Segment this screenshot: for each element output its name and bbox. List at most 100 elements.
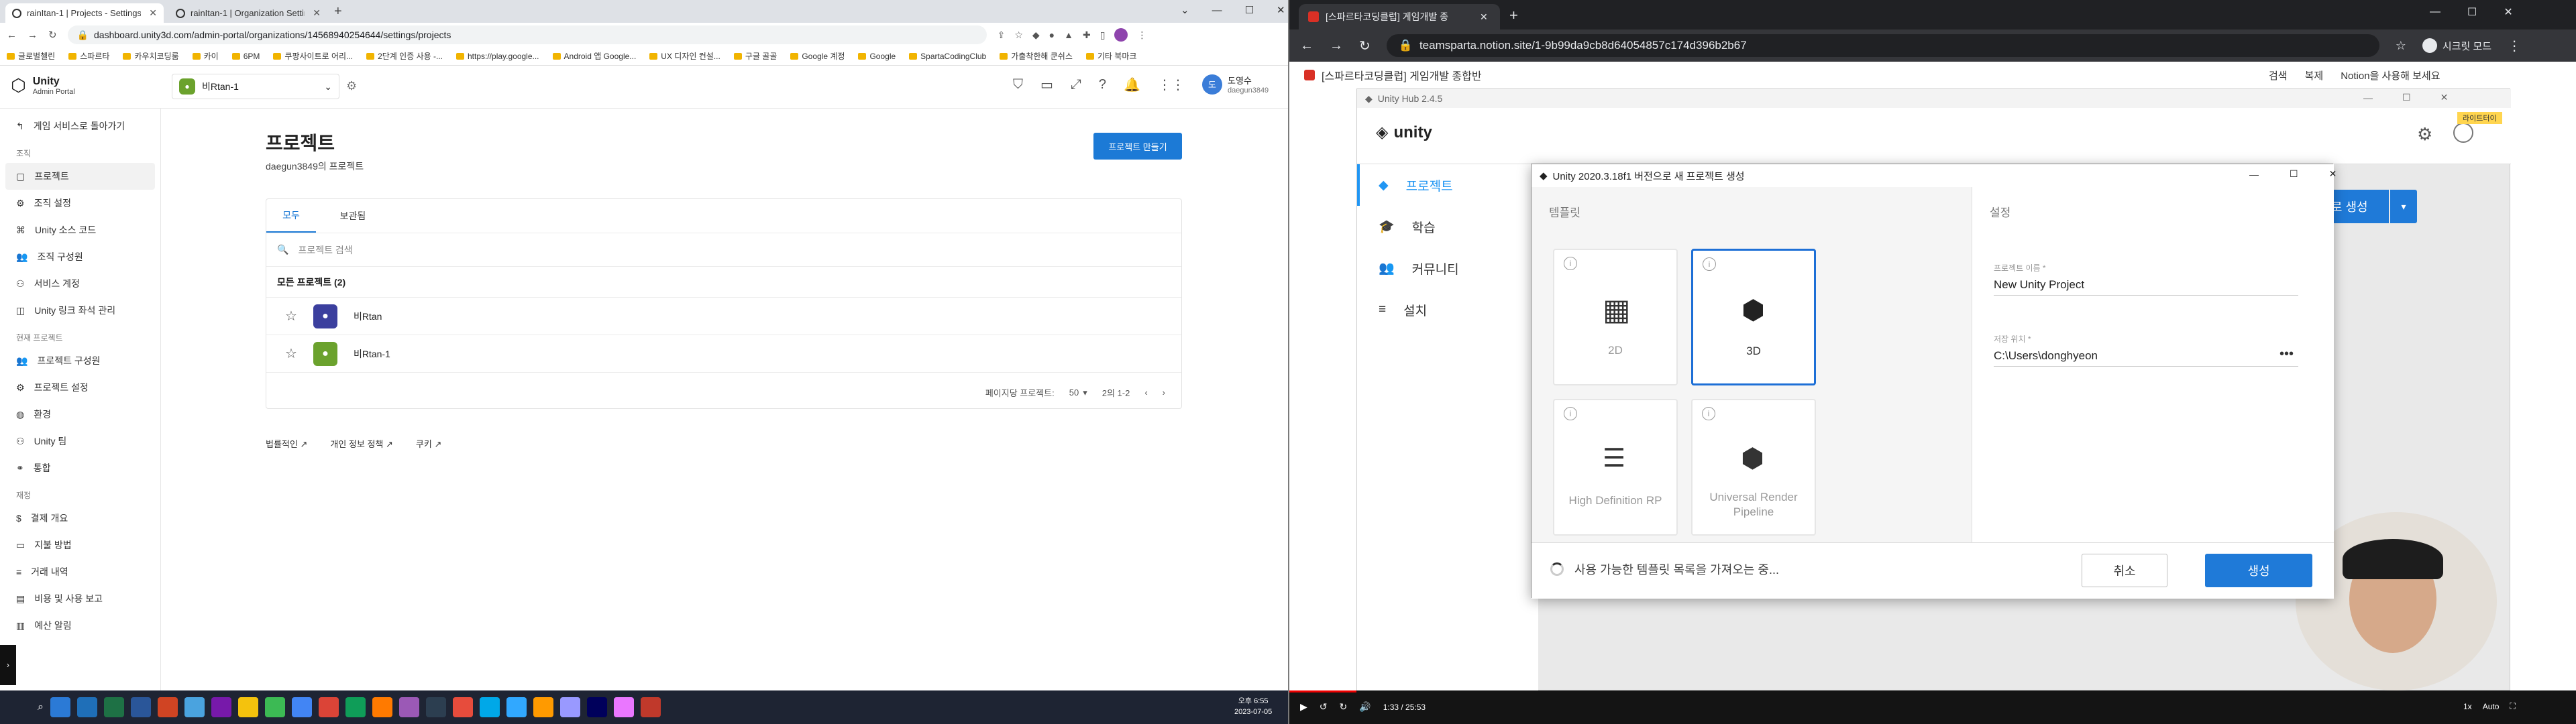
template-card-2d[interactable]: i ▦ 2D: [1553, 249, 1678, 385]
hub-nav-projects[interactable]: ◆ 프로젝트: [1357, 164, 1538, 206]
hub-settings-gear-icon[interactable]: ⚙: [2417, 124, 2432, 145]
share-icon[interactable]: ⇪: [998, 29, 1006, 41]
next-page-icon[interactable]: ›: [1163, 387, 1165, 398]
table-row[interactable]: ☆ ● 비Rtan: [266, 297, 1181, 335]
bookmark-item[interactable]: 구글 골골: [733, 50, 777, 62]
taskbar-app-icon[interactable]: [372, 697, 392, 717]
quality-control[interactable]: Auto: [2483, 702, 2500, 711]
taskbar-app-icon[interactable]: [50, 697, 70, 717]
play-icon[interactable]: ▶: [1300, 701, 1307, 713]
address-bar[interactable]: 🔒 teamsparta.notion.site/1-9b99da9cb8d64…: [1386, 34, 2379, 57]
close-icon[interactable]: ✕: [2504, 5, 2512, 19]
bookmark-item[interactable]: Google: [858, 52, 896, 61]
bookmark-item[interactable]: Android 앱 Google...: [552, 50, 636, 62]
maximize-icon[interactable]: ☐: [2467, 5, 2477, 19]
project-search-input[interactable]: 🔍 프로젝트 검색: [266, 233, 1181, 266]
expand-icon[interactable]: ⤢: [1071, 77, 1081, 93]
speed-control[interactable]: 1x: [2463, 702, 2472, 711]
taskbar-app-icon[interactable]: [237, 697, 258, 717]
taskbar-app-icon[interactable]: [425, 697, 446, 717]
search-icon[interactable]: ⌕: [38, 701, 44, 713]
sidebar-item-environments[interactable]: ◍ 환경: [0, 401, 160, 428]
taskbar-app-icon[interactable]: [184, 697, 205, 717]
menu-dots-icon[interactable]: ⋮: [2508, 38, 2521, 54]
cancel-button[interactable]: 취소: [2082, 554, 2167, 587]
sidebar-item-payment-methods[interactable]: ▭ 지불 방법: [0, 532, 160, 558]
sidebar-item-project-settings[interactable]: ⚙ 프로젝트 설정: [0, 374, 160, 401]
sidebar-item-transactions[interactable]: ≡ 거래 내역: [0, 558, 160, 585]
footer-link-cookies[interactable]: 쿠키 ↗: [416, 437, 441, 450]
notion-duplicate[interactable]: 복제: [2305, 68, 2324, 82]
extension-icon[interactable]: ●: [1049, 29, 1055, 40]
forward-icon[interactable]: ↻: [1340, 701, 1348, 713]
help-icon[interactable]: ?: [1099, 77, 1106, 93]
new-tab-button[interactable]: +: [334, 4, 342, 19]
forward-icon[interactable]: →: [28, 29, 38, 41]
project-selector[interactable]: ● 비Rtan-1 ⌄: [172, 74, 339, 99]
notion-try[interactable]: Notion을 사용해 보세요: [2341, 68, 2440, 82]
fullscreen-icon[interactable]: ⛶: [2510, 701, 2515, 711]
sidebar-item-billing-overview[interactable]: $ 결제 개요: [0, 505, 160, 532]
incognito-profile[interactable]: 시크릿 모드: [2422, 38, 2491, 53]
bookmark-item[interactable]: https://play.google...: [456, 52, 539, 61]
sidebar-item-seat-management[interactable]: ◫ Unity 링크 좌석 관리: [0, 297, 160, 324]
minimize-icon[interactable]: —: [1212, 5, 1222, 16]
hub-account-icon[interactable]: [2453, 123, 2473, 143]
close-icon[interactable]: ✕: [2329, 168, 2337, 180]
bookmark-item[interactable]: 2단계 인증 사용 -...: [366, 50, 443, 62]
bookmark-item[interactable]: 카이: [192, 50, 219, 62]
bookmark-item[interactable]: SpartaCodingClub: [909, 52, 986, 61]
close-icon[interactable]: ✕: [2440, 92, 2449, 103]
bookmark-item[interactable]: 스파르타: [68, 50, 109, 62]
tab-close-icon[interactable]: ✕: [149, 7, 157, 19]
maximize-icon[interactable]: ☐: [1245, 4, 1254, 16]
chat-icon[interactable]: ▭: [1040, 76, 1053, 93]
bookmark-star-icon[interactable]: ☆: [1014, 29, 1023, 41]
close-icon[interactable]: ✕: [1277, 4, 1285, 16]
forward-icon[interactable]: →: [1330, 38, 1343, 54]
taskbar-app-icon[interactable]: [559, 697, 580, 717]
browse-dots-icon[interactable]: •••: [2279, 347, 2294, 362]
back-to-services-link[interactable]: ↰ 게임 서비스로 돌아가기: [0, 113, 160, 139]
rewind-icon[interactable]: ↺: [1320, 701, 1328, 713]
reload-icon[interactable]: ↻: [48, 29, 57, 41]
address-bar[interactable]: 🔒 dashboard.unity3d.com/admin-portal/org…: [67, 25, 987, 44]
minimize-icon[interactable]: —: [2363, 93, 2373, 103]
template-card-urp[interactable]: i ⬢ Universal Render Pipeline: [1691, 399, 1816, 536]
info-icon[interactable]: i: [1564, 407, 1577, 420]
sidebar-item-org-members[interactable]: 👥 조직 구성원: [0, 243, 160, 270]
project-name[interactable]: 비Rtan: [354, 310, 382, 323]
taskbar-app-icon[interactable]: [586, 697, 607, 717]
bookmark-item[interactable]: 카우치코딩룸: [123, 50, 179, 62]
apps-grid-icon[interactable]: ⋮⋮: [1158, 76, 1185, 93]
tab-projects-settings[interactable]: rainItan-1 | Projects - Settings ✕: [5, 3, 164, 23]
user-menu[interactable]: 도 도영수 daegun3849: [1202, 74, 1269, 95]
bookmark-star-icon[interactable]: ☆: [2396, 39, 2406, 53]
taskbar-app-icon[interactable]: [291, 697, 312, 717]
info-icon[interactable]: i: [1703, 257, 1716, 271]
sidebar-item-org-settings[interactable]: ⚙ 조직 설정: [0, 190, 160, 217]
template-card-3d[interactable]: i ⬢ 3D: [1691, 249, 1816, 385]
back-icon[interactable]: ←: [7, 29, 17, 41]
back-icon[interactable]: ←: [1300, 38, 1313, 54]
sidebar-item-project-members[interactable]: 👥 프로젝트 구성원: [0, 347, 160, 374]
project-name[interactable]: 비Rtan-1: [354, 347, 390, 361]
tab-close-icon[interactable]: ✕: [1480, 11, 1488, 23]
collapse-sidebar-button[interactable]: ›: [0, 645, 16, 685]
favorite-star-icon[interactable]: ☆: [285, 308, 297, 324]
bookmark-item[interactable]: 6PM: [231, 52, 260, 61]
taskbar-app-icon[interactable]: [103, 697, 124, 717]
taskbar-app-icon[interactable]: [613, 697, 634, 717]
profile-avatar[interactable]: [1114, 28, 1128, 42]
create-project-button[interactable]: 프로젝트 만들기: [1093, 133, 1182, 160]
taskbar-app-icon[interactable]: [318, 697, 339, 717]
info-icon[interactable]: i: [1564, 257, 1577, 270]
sidebar-item-unity-team[interactable]: ⚇ Unity 팀: [0, 428, 160, 455]
video-progress-bar[interactable]: [1289, 690, 1356, 692]
taskbar-app-icon[interactable]: [264, 697, 285, 717]
create-button[interactable]: 생성: [2205, 554, 2312, 587]
volume-icon[interactable]: 🔊: [1359, 701, 1371, 713]
reload-icon[interactable]: ↻: [1359, 38, 1371, 54]
table-row[interactable]: ☆ ● 비Rtan-1: [266, 335, 1181, 372]
tab-organization-settings[interactable]: rainItan-1 | Organization Settin ✕: [169, 3, 327, 23]
